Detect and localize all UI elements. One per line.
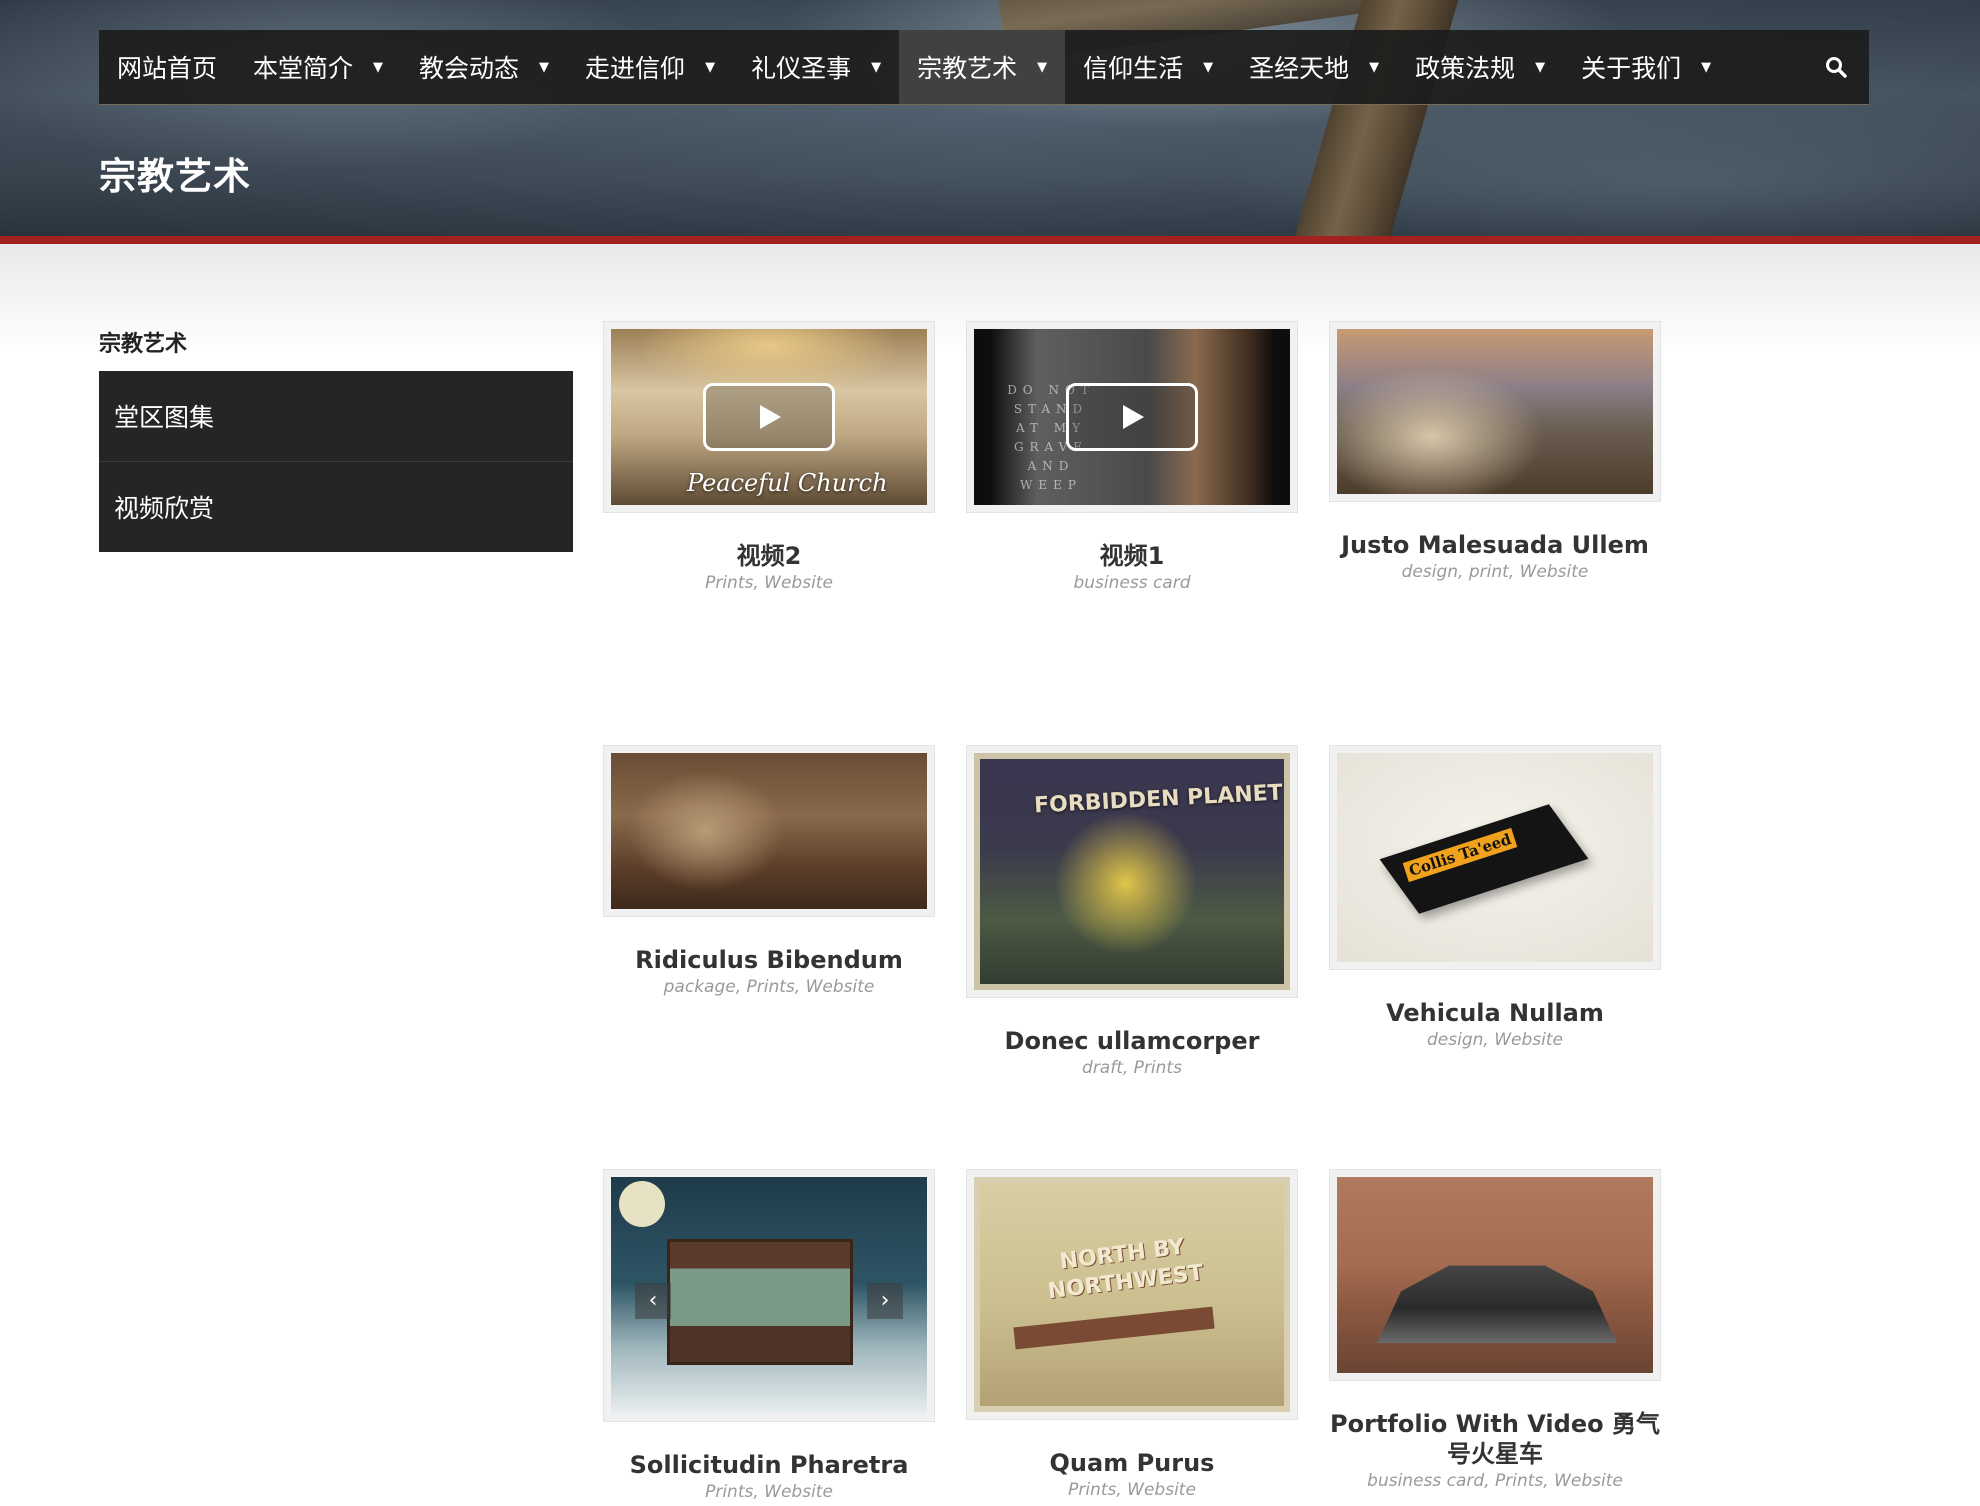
portfolio-categories: Prints, Website xyxy=(705,573,833,593)
caret-down-icon: ▼ xyxy=(373,59,384,75)
portfolio-thumbnail[interactable] xyxy=(603,745,935,917)
nav-item-religious-art[interactable]: 宗教艺术 ▼ xyxy=(899,30,1066,104)
hero-accent-border xyxy=(0,236,1980,244)
rover-shape xyxy=(1377,1265,1617,1343)
portfolio-thumbnail[interactable]: ‹ › xyxy=(603,1169,935,1422)
portfolio-title[interactable]: Donec ullamcorper xyxy=(966,1026,1298,1056)
business-card-shape xyxy=(1379,804,1589,914)
nav-item-about-church[interactable]: 本堂简介 ▼ xyxy=(235,30,401,104)
carousel-next-icon[interactable]: › xyxy=(867,1283,903,1319)
washing-feet-painting xyxy=(611,753,927,909)
nav-item-label: 走进信仰 xyxy=(585,54,686,83)
caret-down-icon: ▼ xyxy=(1535,59,1546,75)
portfolio-categories: package, Prints, Website xyxy=(663,977,875,997)
nav-item-sacraments[interactable]: 礼仪圣事 ▼ xyxy=(733,30,899,104)
portfolio-title[interactable]: Ridiculus Bibendum xyxy=(603,945,935,975)
poster-title-text: NORTH BY NORTHWEST xyxy=(1046,1234,1205,1305)
play-button[interactable] xyxy=(703,383,835,451)
nav-item-label: 礼仪圣事 xyxy=(751,54,852,83)
portfolio-item: Portfolio With Video 勇气号火星车 business car… xyxy=(1329,1169,1661,1491)
portfolio-item: Ridiculus Bibendum package, Prints, Webs… xyxy=(603,745,935,997)
nav-item-home[interactable]: 网站首页 xyxy=(99,30,235,104)
portfolio-title[interactable]: Quam Purus xyxy=(966,1448,1298,1478)
nav-item-faith[interactable]: 走进信仰 ▼ xyxy=(567,30,733,104)
video-overlay-text: Peaceful Church xyxy=(687,469,888,497)
nav-item-bible[interactable]: 圣经天地 ▼ xyxy=(1231,30,1397,104)
north-by-northwest-poster: NORTH BY NORTHWEST xyxy=(974,1177,1290,1412)
cabin-shape xyxy=(667,1239,853,1365)
nav-search-button[interactable] xyxy=(1803,30,1869,104)
main-nav: 网站首页 本堂简介 ▼ 教会动态 ▼ 走进信仰 ▼ 礼仪圣事 ▼ 宗教艺术 ▼ … xyxy=(99,30,1869,105)
poster-title-text: FORBIDDEN PLANET xyxy=(1033,780,1284,819)
sidebar-item-label: 视频欣赏 xyxy=(114,494,215,523)
portfolio-thumbnail[interactable]: FORBIDDEN PLANET xyxy=(966,745,1298,998)
portfolio-categories: business card xyxy=(1073,573,1191,593)
portfolio-item: DO NOT STAND AT MY GRAVE AND WEEP 视频1 bu… xyxy=(966,321,1298,593)
portfolio-thumbnail[interactable]: Collis Ta'eed xyxy=(1329,745,1661,970)
search-icon xyxy=(1826,57,1847,78)
sidebar-item-video[interactable]: 视频欣赏 xyxy=(99,462,573,552)
church-interior-image: Peaceful Church xyxy=(611,329,927,505)
portfolio-item: NORTH BY NORTHWEST Quam Purus Prints, We… xyxy=(966,1169,1298,1500)
nav-item-label: 政策法规 xyxy=(1415,54,1516,83)
nav-item-policies[interactable]: 政策法规 ▼ xyxy=(1397,30,1563,104)
video-still-image: DO NOT STAND AT MY GRAVE AND WEEP xyxy=(974,329,1290,505)
business-card-photo: Collis Ta'eed xyxy=(1337,753,1653,962)
portfolio-categories: draft, Prints xyxy=(1082,1058,1182,1078)
portfolio-thumbnail[interactable]: DO NOT STAND AT MY GRAVE AND WEEP xyxy=(966,321,1298,513)
poster-roof-shape xyxy=(1013,1306,1215,1350)
forbidden-planet-poster: FORBIDDEN PLANET xyxy=(974,753,1290,990)
nav-item-label: 关于我们 xyxy=(1581,54,1682,83)
nav-item-label: 网站首页 xyxy=(117,54,218,83)
caret-down-icon: ▼ xyxy=(1037,59,1048,75)
portfolio-item: Collis Ta'eed Vehicula Nullam design, We… xyxy=(1329,745,1661,1050)
portfolio-thumbnail[interactable] xyxy=(1329,1169,1661,1381)
nav-item-label: 本堂简介 xyxy=(253,54,354,83)
caret-down-icon: ▼ xyxy=(871,59,882,75)
nav-item-label: 宗教艺术 xyxy=(917,54,1018,83)
portfolio-item: Peaceful Church 视频2 Prints, Website xyxy=(603,321,935,593)
nav-item-label: 信仰生活 xyxy=(1083,54,1184,83)
portfolio-title[interactable]: Portfolio With Video 勇气号火星车 xyxy=(1329,1409,1661,1469)
portfolio-title[interactable]: Justo Malesuada Ullem xyxy=(1329,530,1661,560)
portfolio-title[interactable]: 视频2 xyxy=(603,541,935,571)
portfolio-categories: design, print, Website xyxy=(1401,562,1589,582)
cabin-illustration: ‹ › xyxy=(611,1177,927,1414)
moon-shape xyxy=(619,1181,665,1227)
mars-rover-photo xyxy=(1337,1177,1653,1373)
portfolio-categories: design, Website xyxy=(1427,1030,1563,1050)
portfolio-thumbnail[interactable]: Peaceful Church xyxy=(603,321,935,513)
sidebar-menu: 堂区图集 视频欣赏 xyxy=(99,371,573,552)
portfolio-title[interactable]: Vehicula Nullam xyxy=(1329,998,1661,1028)
caret-down-icon: ▼ xyxy=(1203,59,1214,75)
play-icon xyxy=(1123,405,1144,429)
portfolio-categories: Prints, Website xyxy=(1068,1480,1196,1500)
nav-item-label: 圣经天地 xyxy=(1249,54,1350,83)
portfolio-item: FORBIDDEN PLANET Donec ullamcorper draft… xyxy=(966,745,1298,1078)
portfolio-thumbnail[interactable]: NORTH BY NORTHWEST xyxy=(966,1169,1298,1420)
sidebar-item-parish-gallery[interactable]: 堂区图集 xyxy=(99,371,573,462)
portfolio-item: Justo Malesuada Ullem design, print, Web… xyxy=(1329,321,1661,582)
jesus-teaching-painting xyxy=(1337,329,1653,494)
caret-down-icon: ▼ xyxy=(1369,59,1380,75)
nav-item-church-news[interactable]: 教会动态 ▼ xyxy=(401,30,567,104)
sidebar-title: 宗教艺术 xyxy=(99,332,188,357)
nav-item-faith-life[interactable]: 信仰生活 ▼ xyxy=(1065,30,1231,104)
nav-item-about-us[interactable]: 关于我们 ▼ xyxy=(1563,30,1729,104)
portfolio-title[interactable]: Sollicitudin Pharetra xyxy=(603,1450,935,1480)
caret-down-icon: ▼ xyxy=(705,59,716,75)
portfolio-categories: Prints, Website xyxy=(705,1482,833,1502)
play-button[interactable] xyxy=(1066,383,1198,451)
caret-down-icon: ▼ xyxy=(1701,59,1712,75)
portfolio-item: ‹ › Sollicitudin Pharetra Prints, Websit… xyxy=(603,1169,935,1502)
play-icon xyxy=(760,405,781,429)
caret-down-icon: ▼ xyxy=(539,59,550,75)
portfolio-thumbnail[interactable] xyxy=(1329,321,1661,502)
page-title: 宗教艺术 xyxy=(99,155,251,198)
carousel-prev-icon[interactable]: ‹ xyxy=(635,1283,671,1319)
sidebar-item-label: 堂区图集 xyxy=(114,403,215,432)
nav-item-label: 教会动态 xyxy=(419,54,520,83)
portfolio-categories: business card, Prints, Website xyxy=(1367,1471,1623,1491)
portfolio-title[interactable]: 视频1 xyxy=(966,541,1298,571)
